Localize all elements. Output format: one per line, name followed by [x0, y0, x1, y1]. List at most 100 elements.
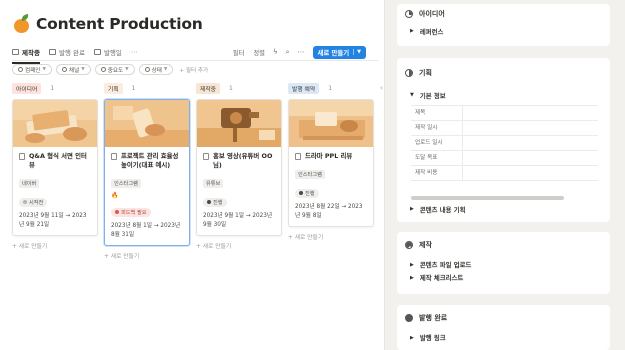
toggle-label: 발행 링크: [419, 334, 446, 342]
column-header: 기획 1: [104, 82, 190, 94]
section-header[interactable]: 기획: [397, 58, 610, 88]
section-production: 제작 ▶ 콘텐츠 파일 업로드 ▶ 제작 체크리스트: [397, 232, 610, 294]
page-title: Content Production: [36, 15, 203, 33]
section-header[interactable]: 제작: [397, 232, 610, 258]
tab-label: 발행일: [103, 49, 122, 57]
triangle-right-icon: ▶: [410, 206, 414, 212]
calendar-icon: [93, 49, 101, 55]
status-label: 피드백 필요: [121, 209, 147, 216]
column-count: 1: [50, 84, 55, 92]
chevron-down-icon: ▼: [81, 67, 85, 72]
filter-chip-channel[interactable]: 채널 ▼: [55, 64, 91, 75]
toggle-file-upload[interactable]: ▶ 콘텐츠 파일 업로드: [397, 258, 610, 271]
status-label: 진행: [305, 190, 315, 197]
tab-published[interactable]: 발행 완료: [48, 43, 85, 61]
more-views-icon[interactable]: ⋯: [131, 48, 138, 56]
lightning-icon[interactable]: ϟ: [273, 48, 278, 56]
chevron-down-icon[interactable]: ▼: [353, 49, 361, 55]
add-card-button[interactable]: + 새로 만들기: [12, 241, 98, 250]
card-dates: 2023년 9월 1일 → 2023년 9월 30일: [203, 213, 273, 228]
add-card-button[interactable]: + 새로 만들기: [104, 251, 190, 260]
board-column-idea: 아이디어 1 Q&A 형식 서면 인터뷰 네이버 시작전 2023년 9월 11…: [12, 82, 98, 250]
section-title: 아이디어: [419, 10, 445, 18]
toggle-reference[interactable]: ▶ 레퍼런스: [397, 24, 610, 38]
section-publish: 발행 완료 ▶ 발행 링크: [397, 305, 610, 350]
section-title: 발행 완료: [419, 314, 448, 322]
board-card[interactable]: 홍보 영상(유튜버 OO님) 유튜브 진행 2023년 9월 1일 → 2023…: [196, 99, 282, 236]
status-badge: 진행: [203, 197, 227, 207]
chip-label: 중요도: [107, 67, 124, 74]
sort-button[interactable]: 정렬: [253, 48, 265, 57]
table-row[interactable]: 도달 목표: [411, 151, 598, 166]
table-row[interactable]: 업로드 일시: [411, 136, 598, 151]
board-column-production: 제작중 1 홍보 영상(유튜버 OO님) 유튜브 진행 2023년 9월 1일 …: [196, 82, 282, 250]
tangerine-icon[interactable]: [12, 13, 32, 34]
column-header: 아이디어 1: [12, 82, 98, 94]
card-title: Q&A 형식 서면 인터뷰: [19, 152, 91, 170]
card-cover-image: [289, 100, 373, 147]
toggle-label: 기본 정보: [419, 91, 446, 100]
toggle-basic-info[interactable]: ▼ 기본 정보: [397, 88, 610, 102]
filter-chip-priority[interactable]: 중요도 ▼: [94, 64, 135, 75]
property-name: 제목: [411, 106, 463, 120]
circle-full-icon: [405, 314, 413, 322]
circle-quarter-icon: [405, 10, 413, 18]
filter-chip-status[interactable]: 상태 ▼: [138, 64, 174, 75]
card-cover-image: [105, 100, 189, 147]
scroll-left-icon[interactable]: ‹: [380, 84, 383, 92]
card-dates: 2023년 9월 11일 → 2023년 9월 21일: [19, 213, 87, 228]
section-header[interactable]: 아이디어: [397, 4, 610, 24]
board-card[interactable]: 드라마 PPL 리뷰 인스타그램 진행 2023년 8월 22일 → 2023년…: [288, 99, 374, 227]
new-button[interactable]: 새로 만들기 ▼: [312, 45, 366, 59]
card-dates: 2023년 8월 22일 → 2023년 9월 8일: [295, 204, 363, 219]
table-row[interactable]: 제작 일시: [411, 121, 598, 136]
section-idea: 아이디어 ▶ 레퍼런스: [397, 4, 610, 46]
filter-button[interactable]: 필터: [233, 48, 245, 57]
section-title: 기획: [419, 69, 432, 77]
chevron-down-icon: ▼: [42, 67, 46, 72]
add-card-button[interactable]: + 새로 만들기: [196, 241, 282, 250]
column-tag: 발행 예약: [288, 82, 320, 94]
channel-badge: 네이버: [19, 179, 40, 188]
property-name: 업로드 일시: [411, 136, 463, 150]
board-column-planning: 기획 1 프로젝트 관리 효율성 높이기(대표 예시) 인스타그램 �: [104, 82, 190, 260]
properties-table: 제목 제작 일시 업로드 일시 도달 목표 제작 비용: [411, 105, 598, 181]
card-title: 드라마 PPL 리뷰: [295, 152, 367, 161]
toggle-label: 레퍼런스: [419, 27, 444, 36]
table-row[interactable]: 제작 비용: [411, 166, 598, 181]
column-header: 발행 예약 1: [288, 82, 374, 94]
document-icon: [203, 153, 209, 160]
toggle-label: 제작 체크리스트: [419, 274, 464, 282]
fire-icon: 🔥: [111, 192, 119, 199]
column-tag: 아이디어: [12, 82, 42, 94]
section-header[interactable]: 발행 완료: [397, 305, 610, 331]
document-icon: [19, 153, 25, 160]
toggle-content-plan[interactable]: ▶ 콘텐츠 내용 기획: [397, 202, 465, 216]
chip-label: 컴패인: [25, 67, 41, 74]
toggle-checklist[interactable]: ▶ 제작 체크리스트: [397, 271, 610, 284]
more-icon[interactable]: ⋯: [298, 48, 305, 56]
filter-icon: [100, 67, 106, 72]
filter-chip-campaign[interactable]: 컴패인 ▼: [12, 64, 52, 75]
tab-publish-date[interactable]: 발행일: [93, 43, 122, 61]
tab-label: 제작중: [22, 49, 40, 57]
card-title-text: 드라마 PPL 리뷰: [305, 152, 353, 160]
status-dot: [299, 191, 303, 195]
chip-label: 상태: [151, 67, 162, 74]
table-row[interactable]: 제목: [411, 106, 598, 121]
tab-in-production[interactable]: 제작중: [12, 43, 40, 64]
toggle-publish-link[interactable]: ▶ 발행 링크: [397, 331, 610, 344]
card-title: 홍보 영상(유튜버 OO님): [203, 152, 275, 170]
column-tag: 제작중: [196, 82, 220, 94]
status-badge: 시작전: [19, 197, 48, 207]
board-card[interactable]: 프로젝트 관리 효율성 높이기(대표 예시) 인스타그램 🔥 피드백 필요 20…: [104, 99, 190, 246]
column-tag: 기획: [104, 82, 123, 94]
column-count: 1: [328, 84, 333, 92]
horizontal-scrollbar[interactable]: [411, 196, 564, 200]
property-name: 도달 목표: [411, 151, 463, 165]
board-view: Content Production 제작중 발행 완료 발행일 ⋯ 필터 정렬…: [0, 0, 384, 350]
add-card-button[interactable]: + 새로 만들기: [288, 232, 374, 241]
add-filter-button[interactable]: + 필터 추가: [179, 66, 208, 74]
search-icon[interactable]: ⌕: [286, 48, 290, 57]
board-card[interactable]: Q&A 형식 서면 인터뷰 네이버 시작전 2023년 9월 11일 → 202…: [12, 99, 98, 236]
